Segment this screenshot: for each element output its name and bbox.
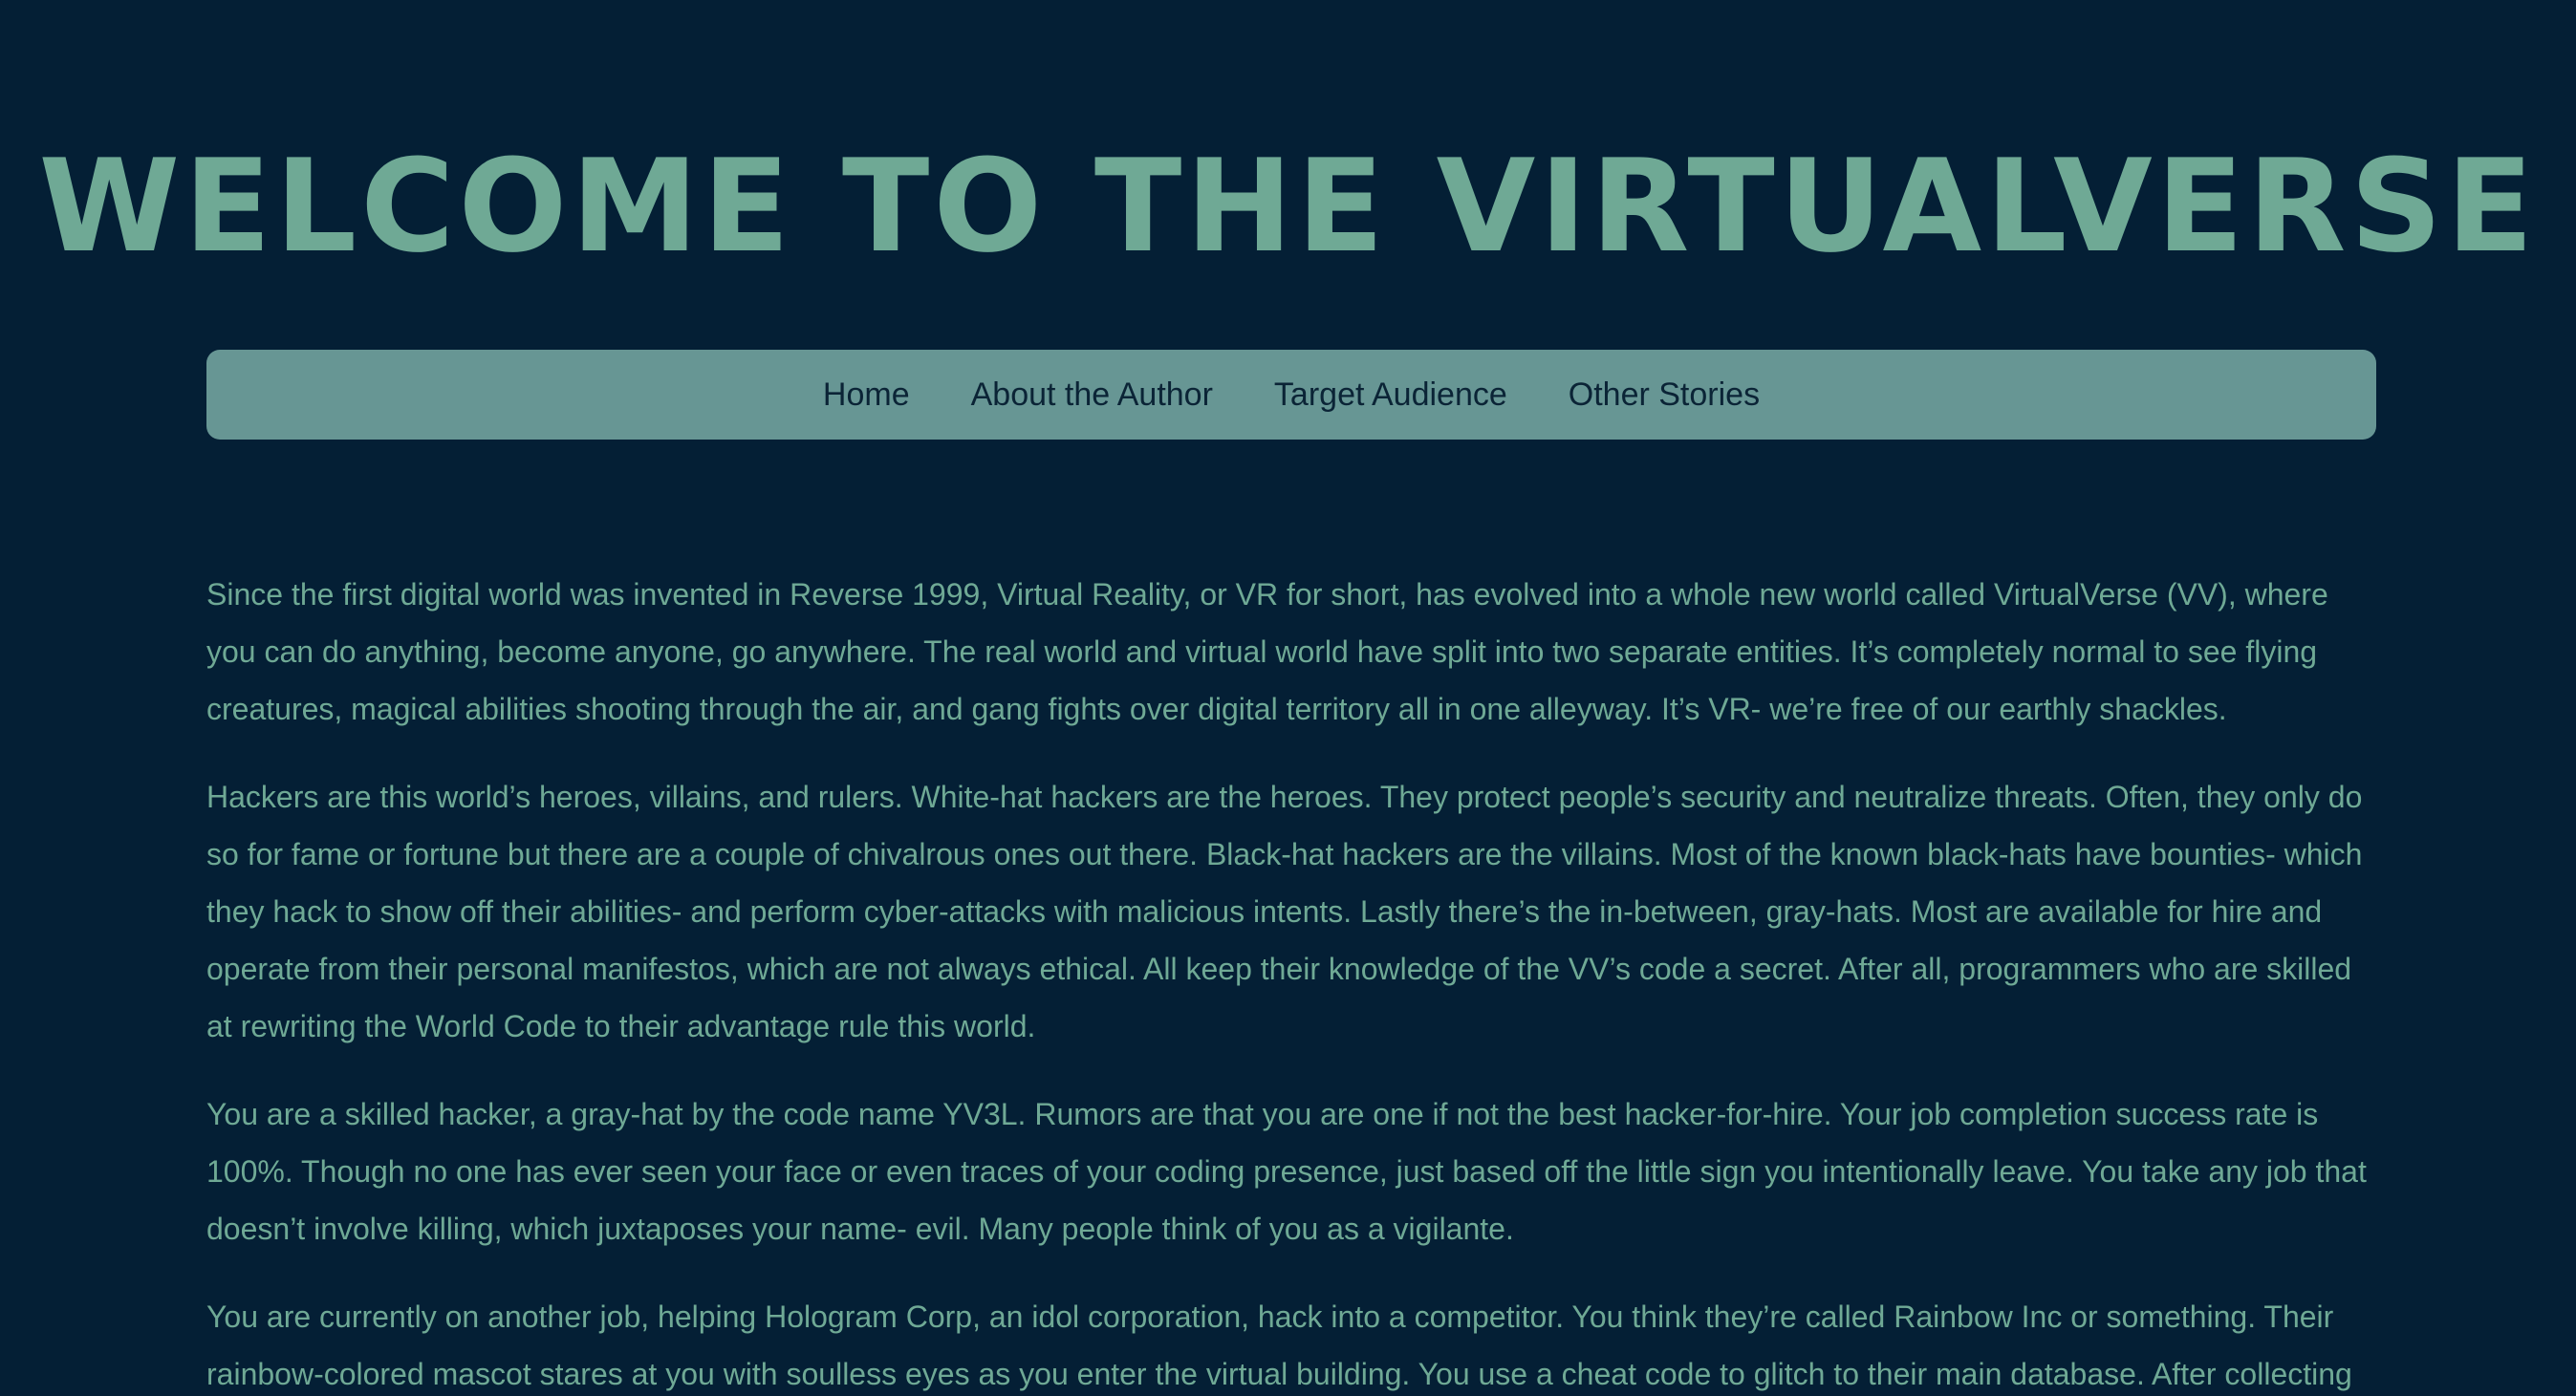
story-paragraph: You are currently on another job, helpin… xyxy=(206,1299,2352,1391)
nav-link-about-the-author[interactable]: About the Author xyxy=(971,376,1213,414)
site-title: WELCOME TO THE VIRTUALVERSE xyxy=(38,132,2538,281)
nav-link-home[interactable]: Home xyxy=(823,376,910,414)
story-paragraph: Since the first digital world was invent… xyxy=(206,577,2328,726)
story-content: Since the first digital world was invent… xyxy=(206,566,2376,1396)
page: WELCOME TO THE VIRTUALVERSE Home About t… xyxy=(0,0,2576,1396)
nav-bar: Home About the Author Target Audience Ot… xyxy=(206,350,2376,440)
nav-link-other-stories[interactable]: Other Stories xyxy=(1569,376,1760,414)
story-paragraph: You are a skilled hacker, a gray-hat by … xyxy=(206,1097,2367,1246)
story-paragraph: Hackers are this world’s heroes, villain… xyxy=(206,780,2363,1043)
nav-link-target-audience[interactable]: Target Audience xyxy=(1274,376,1507,414)
